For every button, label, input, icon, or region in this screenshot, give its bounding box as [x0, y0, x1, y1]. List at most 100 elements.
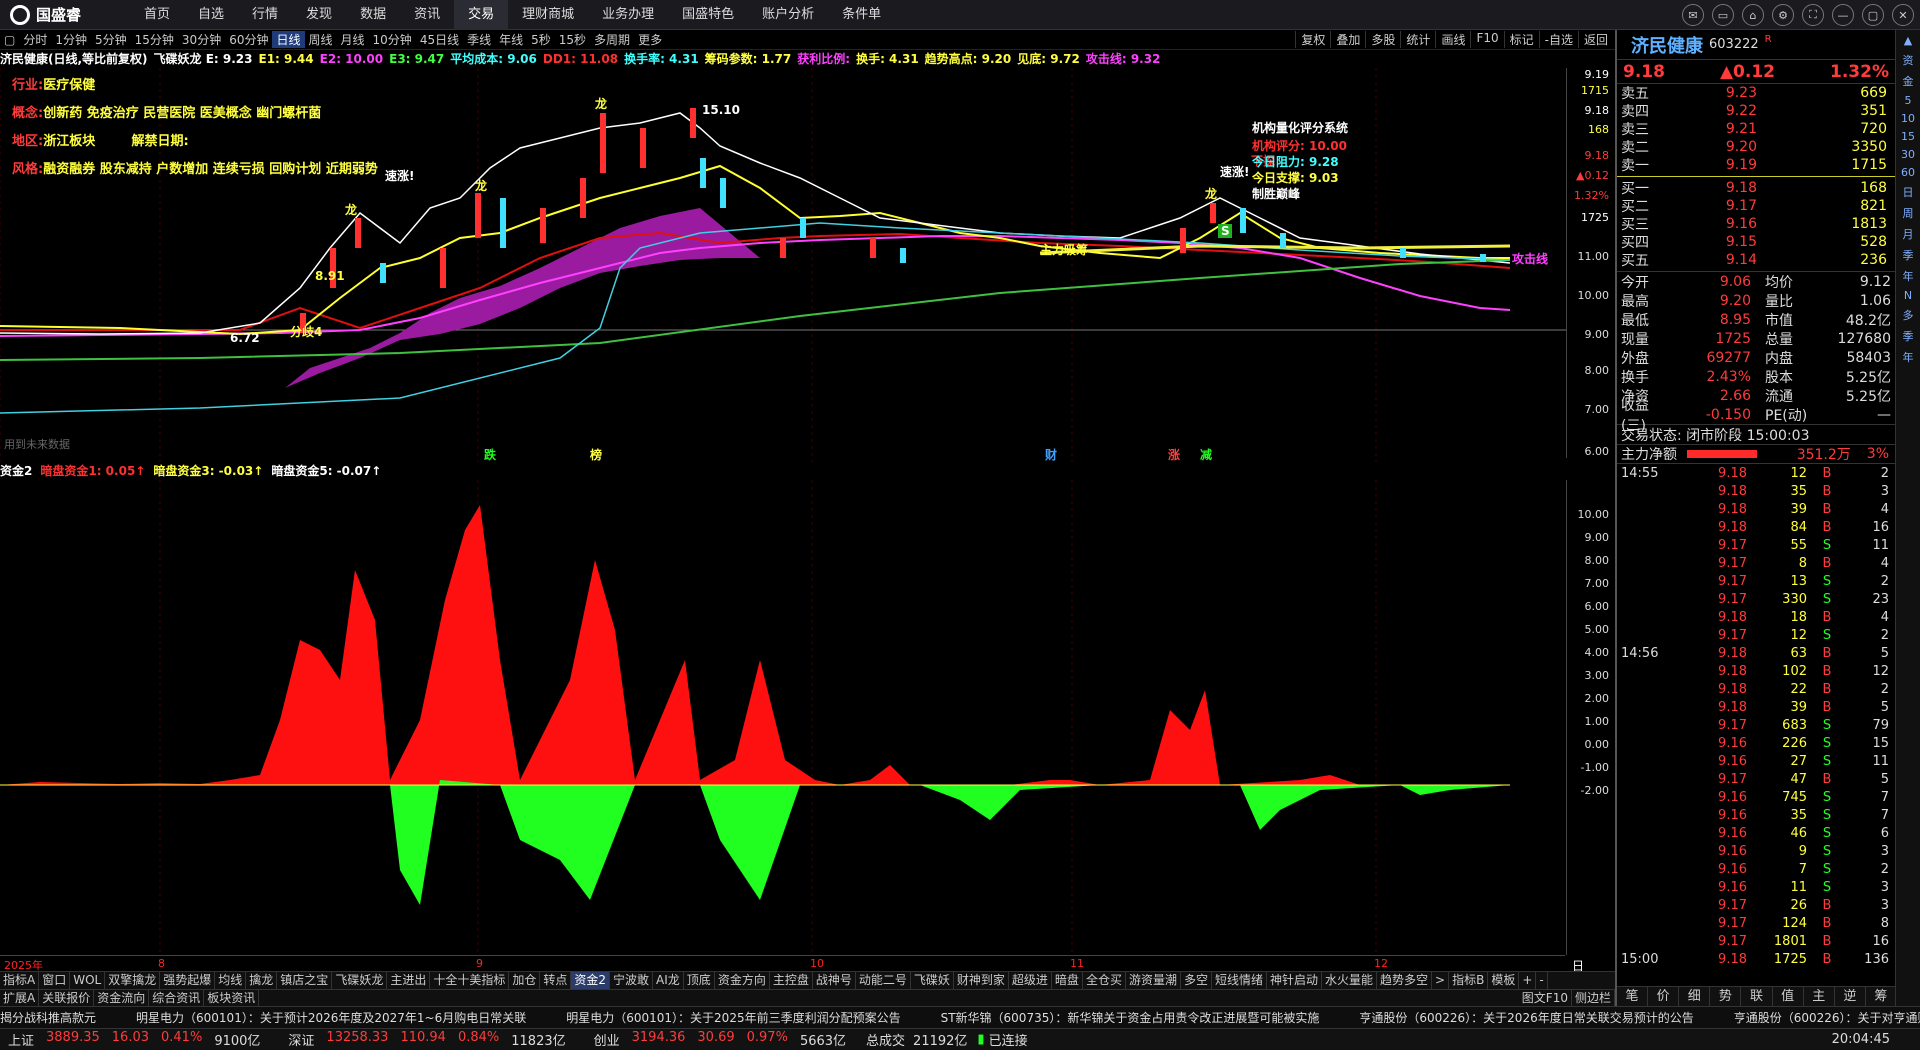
nav-item[interactable]: 自选: [184, 0, 238, 30]
indicator-tab[interactable]: 神针启动: [1267, 972, 1323, 989]
period-tab[interactable]: 日线: [272, 31, 305, 48]
period-tab[interactable]: 5分钟: [91, 31, 131, 48]
sidebar-item[interactable]: 季: [1899, 247, 1917, 263]
sidebar-item[interactable]: N: [1899, 289, 1917, 302]
quote-panel-tab[interactable]: 值: [1773, 987, 1804, 1006]
indicator-tab[interactable]: 转点: [540, 972, 572, 989]
window-control-icon[interactable]: ✕: [1892, 4, 1914, 26]
order-book-row[interactable]: 买一 9.18 168: [1617, 179, 1895, 197]
nav-item[interactable]: 账户分析: [748, 0, 828, 30]
extension-tab[interactable]: 扩展A: [0, 990, 40, 1006]
news-item[interactable]: 亨通股份（600226）：关于对亨通财务有: [1734, 1009, 1920, 1026]
indicator-tab[interactable]: 指标B: [1449, 972, 1489, 989]
chart-tool-button[interactable]: 画线: [1435, 31, 1470, 48]
order-book-row[interactable]: 卖五 9.23 669: [1617, 84, 1895, 102]
indicator-tab[interactable]: 顶底: [684, 972, 715, 989]
sidebar-item[interactable]: 资: [1899, 52, 1917, 68]
order-book-row[interactable]: 买三 9.16 1813: [1617, 215, 1895, 233]
indicator-tab[interactable]: 趋势多空: [1377, 972, 1433, 989]
indicator-tab[interactable]: 均线: [215, 972, 247, 989]
period-tab[interactable]: 5秒: [527, 31, 555, 48]
window-control-icon[interactable]: ⚙: [1772, 4, 1794, 26]
indicator-tab[interactable]: WOL: [70, 972, 106, 989]
chart-tool-button[interactable]: 返回: [1577, 31, 1613, 48]
extension-tab[interactable]: 关联报价: [39, 990, 95, 1006]
nav-item[interactable]: 业务办理: [588, 0, 668, 30]
indicator-tab[interactable]: 双擎擒龙: [105, 972, 161, 989]
extension-tab[interactable]: 综合资讯: [149, 990, 205, 1006]
index-quote[interactable]: 深证 13258.33 110.94 0.84% 11823亿: [280, 1030, 565, 1049]
window-control-icon[interactable]: ▢: [1862, 4, 1884, 26]
sidebar-item[interactable]: 年: [1899, 268, 1917, 284]
indicator-tab[interactable]: 暗盘: [1052, 972, 1083, 989]
period-tab[interactable]: 周线: [305, 31, 337, 48]
period-tab[interactable]: 60分钟: [225, 31, 272, 48]
sidebar-item[interactable]: 60: [1899, 166, 1917, 179]
indicator-tab[interactable]: 加仓: [509, 972, 541, 989]
indicator-tab[interactable]: 财神到家: [954, 972, 1009, 989]
extension-tab[interactable]: 资金流向: [94, 990, 150, 1006]
order-book-row[interactable]: 卖二 9.20 3350: [1617, 138, 1895, 156]
order-book-row[interactable]: 买五 9.14 236: [1617, 251, 1895, 269]
period-tab[interactable]: 更多: [634, 31, 666, 48]
sidebar-item[interactable]: 周: [1899, 205, 1917, 221]
indicator-tab[interactable]: 多空: [1181, 972, 1212, 989]
indicator-tab[interactable]: 资金方向: [715, 972, 770, 989]
index-quote[interactable]: 创业 3194.36 30.69 0.97% 5663亿: [586, 1030, 846, 1049]
window-control-icon[interactable]: ▭: [1712, 4, 1734, 26]
quote-panel-tab[interactable]: 联: [1741, 987, 1773, 1006]
fund-chart-svg[interactable]: [0, 480, 1566, 955]
indicator-tab[interactable]: 游资量潮: [1126, 972, 1181, 989]
quote-panel-tab[interactable]: 筹: [1866, 987, 1897, 1006]
news-item[interactable]: 明星电力（600101）：关于预计2026年度及2027年1~6月购电日常关联: [136, 1009, 526, 1026]
sidebar-item[interactable]: 30: [1899, 148, 1917, 161]
window-control-icon[interactable]: ⌂: [1742, 4, 1764, 26]
indicator-tab[interactable]: 动能二号: [856, 972, 911, 989]
nav-item[interactable]: 资讯: [400, 0, 454, 30]
chart-tool-button[interactable]: 统计: [1400, 31, 1435, 48]
indicator-tab[interactable]: 模板: [1488, 972, 1520, 989]
indicator-tab[interactable]: 飞碟妖龙: [332, 972, 388, 989]
sidebar-item[interactable]: 多: [1899, 307, 1917, 323]
chart-tool-button[interactable]: -自选: [1538, 31, 1578, 48]
sidebar-item[interactable]: 10: [1899, 112, 1917, 125]
chart-tool-button[interactable]: 多股: [1365, 31, 1400, 48]
fund-chart[interactable]: [0, 480, 1566, 955]
nav-item[interactable]: 交易: [454, 0, 509, 30]
extension-tab[interactable]: 侧边栏: [1572, 990, 1615, 1006]
quote-panel-tab[interactable]: 细: [1679, 987, 1711, 1006]
sidebar-toggle-icon[interactable]: ▢: [0, 33, 19, 47]
indicator-tab[interactable]: 战神号: [813, 972, 856, 989]
sidebar-item[interactable]: 5: [1899, 94, 1917, 107]
order-book-row[interactable]: 买四 9.15 528: [1617, 233, 1895, 251]
news-item[interactable]: 揭分战科推高款元: [0, 1009, 96, 1026]
indicator-tab[interactable]: 水火量能: [1322, 972, 1378, 989]
indicator-tab[interactable]: 窗口: [39, 972, 71, 989]
window-control-icon[interactable]: —: [1832, 4, 1854, 26]
quote-panel-tab[interactable]: 价: [1648, 987, 1680, 1006]
chart-tool-button[interactable]: 叠加: [1330, 31, 1365, 48]
indicator-tab[interactable]: 飞碟妖: [911, 972, 954, 989]
sidebar-item[interactable]: 15: [1899, 130, 1917, 143]
indicator-tab[interactable]: 十全十美指标: [430, 972, 510, 989]
indicator-tab[interactable]: -: [1536, 972, 1548, 989]
sidebar-item[interactable]: 月: [1899, 226, 1917, 242]
order-book-row[interactable]: 买二 9.17 821: [1617, 197, 1895, 215]
period-tab[interactable]: 15分钟: [131, 31, 178, 48]
period-tab[interactable]: 季线: [463, 31, 495, 48]
extension-tab[interactable]: 板块资讯: [204, 990, 260, 1006]
indicator-tab[interactable]: 全仓买: [1083, 972, 1126, 989]
chart-tool-button[interactable]: 复权: [1295, 31, 1330, 48]
nav-item[interactable]: 条件单: [828, 0, 895, 30]
indicator-tab[interactable]: 镇店之宝: [277, 972, 333, 989]
quote-panel-tab[interactable]: 逆: [1835, 987, 1866, 1006]
sidebar-item[interactable]: 年: [1899, 349, 1917, 365]
indicator-tab[interactable]: 主控盘: [770, 972, 813, 989]
order-book-row[interactable]: 卖四 9.22 351: [1617, 102, 1895, 120]
window-control-icon[interactable]: ✉: [1682, 4, 1704, 26]
indicator-tab[interactable]: 超级进: [1009, 972, 1052, 989]
indicator-tab[interactable]: AI龙: [653, 972, 684, 989]
quote-panel-tab[interactable]: 笔: [1617, 987, 1649, 1006]
tick-list[interactable]: 14:55 9.18 12 B 2 9.18 35 B 3 9.18 39 B 4 9.18 84 B 16 9.…: [1617, 464, 1895, 968]
nav-item[interactable]: 行情: [238, 0, 292, 30]
